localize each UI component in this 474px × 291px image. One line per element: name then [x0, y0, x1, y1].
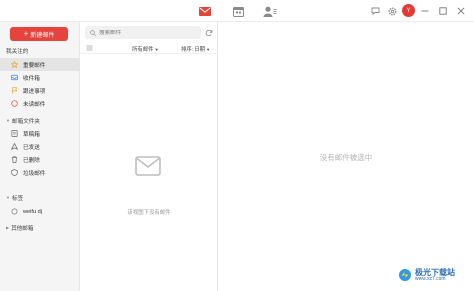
unread-icon — [11, 100, 18, 107]
watermark-text-block: 极光下载站 www.xz7.com — [415, 268, 455, 282]
maximize-icon[interactable] — [437, 5, 449, 17]
sort-value: 日期 — [194, 47, 206, 53]
watermark-logo-icon — [399, 269, 411, 281]
empty-list-text: 该视图下没有邮件 — [127, 210, 171, 216]
top-bar: Y — [0, 0, 474, 22]
sidebar-item-label: 已删除 — [23, 157, 40, 164]
close-icon[interactable] — [455, 5, 467, 17]
chevron-down-icon: ▼ — [154, 47, 159, 52]
sidebar-item-label: 重要邮件 — [23, 62, 46, 69]
compose-button[interactable]: + 新建邮件 — [10, 27, 68, 41]
avatar-letter: Y — [406, 7, 411, 14]
trash-icon — [11, 156, 18, 163]
search-icon — [90, 29, 96, 36]
tag-icon — [11, 208, 18, 215]
sort-dropdown[interactable]: 排序:日期▼ — [181, 45, 210, 53]
sent-icon — [11, 143, 18, 150]
reading-pane: 没有邮件被选中 — [218, 22, 474, 291]
chevron-down-icon: ▼ — [206, 47, 211, 52]
empty-mail-icon — [135, 156, 161, 176]
watermark: 极光下载站 www.xz7.com — [398, 268, 455, 282]
sidebar-item-inbox[interactable]: 收件箱 — [0, 71, 80, 84]
plus-icon: + — [23, 29, 29, 38]
inbox-icon — [11, 74, 18, 81]
folders-title: 邮箱文件夹 — [11, 118, 40, 125]
minimize-icon[interactable] — [419, 5, 431, 17]
search-box[interactable] — [85, 26, 201, 39]
star-icon — [11, 61, 18, 68]
filter-dropdown[interactable]: 所有邮件▼ — [132, 45, 159, 53]
sidebar-item-spam[interactable]: 垃圾邮件 — [0, 166, 80, 179]
folders-header[interactable]: ▼ 邮箱文件夹 — [0, 116, 80, 125]
filter-row: 所有邮件▼ 排序:日期▼ — [80, 44, 218, 54]
chat-icon[interactable] — [369, 5, 381, 17]
spam-icon — [11, 169, 18, 176]
sidebar-item-label: 草稿箱 — [23, 131, 40, 138]
draft-icon — [11, 130, 18, 137]
sidebar-item-tag[interactable]: weifu dj — [0, 205, 80, 218]
sidebar-item-label: 已发送 — [23, 144, 40, 151]
sidebar-item-drafts[interactable]: 草稿箱 — [0, 127, 80, 140]
sidebar-item-important[interactable]: 重要邮件 — [0, 58, 80, 71]
other-mailboxes-header[interactable]: ▶ 其他邮箱 — [0, 223, 80, 232]
refresh-icon[interactable] — [205, 29, 213, 37]
contacts-icon[interactable] — [263, 5, 277, 17]
avatar[interactable]: Y — [402, 4, 415, 17]
chevron-down-icon: ▼ — [6, 195, 10, 200]
settings-icon[interactable] — [386, 5, 398, 17]
sidebar-item-label: weifu dj — [23, 208, 42, 215]
favorites-title: 我关注的 — [6, 48, 29, 55]
watermark-url: www.xz7.com — [415, 275, 446, 282]
chevron-down-icon: ▼ — [6, 118, 10, 123]
multi-select-icon[interactable] — [86, 45, 93, 51]
other-mailboxes-title: 其他邮箱 — [11, 225, 34, 232]
mail-list: 所有邮件▼ 排序:日期▼ 该视图下没有邮件 — [80, 22, 218, 291]
chevron-right-icon: ▶ — [6, 225, 10, 230]
sidebar-item-deleted[interactable]: 已删除 — [0, 153, 80, 166]
mail-icon[interactable] — [198, 5, 212, 17]
filter-label: 所有邮件 — [132, 47, 154, 53]
calendar-icon[interactable] — [231, 5, 245, 17]
sidebar-item-unread[interactable]: 未读邮件 — [0, 97, 80, 110]
sidebar-item-sent[interactable]: 已发送 — [0, 140, 80, 153]
flag-icon — [11, 87, 18, 94]
sidebar-item-label: 未读邮件 — [23, 101, 46, 108]
tags-header[interactable]: ▼ 标签 — [0, 193, 80, 202]
sidebar: + 新建邮件 我关注的 重要邮件 收件箱 跟进事项 未读邮件 ▼ 邮箱文件夹 草… — [0, 22, 80, 291]
sidebar-item-label: 垃圾邮件 — [23, 170, 46, 177]
sort-label: 排序: — [181, 47, 194, 53]
sidebar-item-followup[interactable]: 跟进事项 — [0, 84, 80, 97]
favorites-header[interactable]: 我关注的 — [0, 46, 80, 55]
sidebar-item-label: 收件箱 — [23, 75, 40, 82]
sidebar-item-label: 跟进事项 — [23, 88, 46, 95]
compose-label: 新建邮件 — [30, 32, 55, 39]
search-input[interactable] — [99, 29, 189, 36]
tags-title: 标签 — [11, 195, 24, 202]
no-selection-text: 没有邮件被选中 — [319, 153, 373, 162]
